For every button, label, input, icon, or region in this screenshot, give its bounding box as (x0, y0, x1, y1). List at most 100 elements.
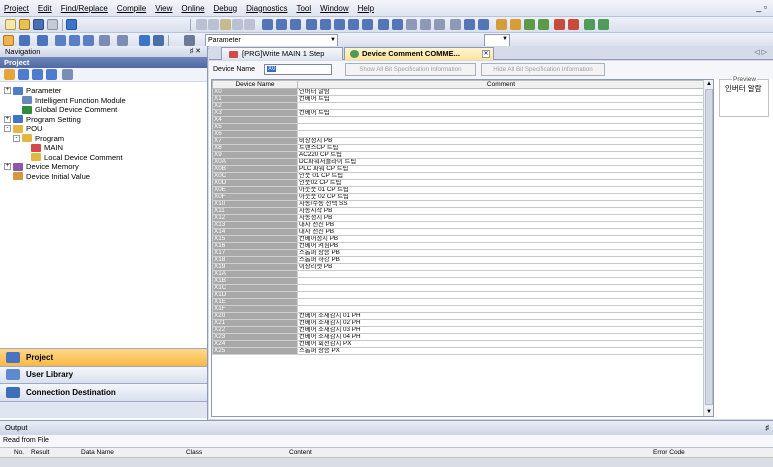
table-row[interactable]: X1A (212, 270, 705, 278)
help-icon[interactable] (139, 35, 150, 46)
comment-cell[interactable]: 스톱퍼 상승 PX (297, 347, 705, 355)
read-plc-icon[interactable] (568, 19, 579, 30)
tree-item[interactable]: Local Device Comment (0, 153, 207, 163)
navigation-toggle-icon[interactable] (3, 35, 14, 46)
expand-icon[interactable]: + (4, 87, 11, 95)
menu-item-edit[interactable]: Edit (38, 4, 52, 13)
comment-cell[interactable]: 대차 전진 PB (297, 221, 705, 229)
table-row[interactable]: X0C 인풋 01 CP 트립 (212, 172, 705, 180)
table-row[interactable]: X0D 인풋02 CP 트립 (212, 179, 705, 187)
comment-cell[interactable] (297, 284, 705, 292)
filter-icon[interactable] (62, 69, 73, 80)
table-row[interactable]: X1E (212, 298, 705, 306)
collapse-icon[interactable] (18, 69, 29, 80)
table-row[interactable]: X16 컨베어 켜짐PB (212, 242, 705, 250)
device-name-cell[interactable]: X1B (212, 277, 298, 285)
device-name-cell[interactable]: X8 (212, 144, 298, 152)
menu-item-debug[interactable]: Debug (214, 4, 238, 13)
device-name-cell[interactable]: X5 (212, 123, 298, 131)
ladder-icon[interactable] (450, 19, 461, 30)
ladder-icon[interactable] (334, 19, 345, 30)
tree-item[interactable]: + Parameter (0, 86, 207, 96)
device-name-cell[interactable]: X25 (212, 347, 298, 355)
table-row[interactable]: X8 트랜스CP 트립 (212, 144, 705, 152)
column-header-device-name[interactable]: Device Name (212, 80, 298, 89)
monitor-icon[interactable] (538, 19, 549, 30)
table-row[interactable]: X9 AC220 CP 트립 (212, 151, 705, 159)
device-name-cell[interactable]: X0A (212, 158, 298, 166)
ladder-icon[interactable] (378, 19, 389, 30)
comment-cell[interactable]: 컨베어 소재감지 04 PH (297, 333, 705, 341)
ladder-icon[interactable] (598, 19, 609, 30)
ladder-icon[interactable] (276, 19, 287, 30)
comment-cell[interactable]: 컨베어 소재감지 03 PH (297, 326, 705, 334)
table-row[interactable]: X1 컨베어 트립 (212, 95, 705, 103)
scroll-thumb[interactable] (705, 89, 713, 405)
device-name-cell[interactable]: X0C (212, 172, 298, 180)
device-name-cell[interactable]: X9 (212, 151, 298, 159)
table-row[interactable]: X17 스톱퍼 상승 PB (212, 249, 705, 257)
device-name-cell[interactable]: X2 (212, 102, 298, 110)
comment-cell[interactable]: 컨베어 켜짐PB (297, 242, 705, 250)
tree-item[interactable]: Device Initial Value (0, 172, 207, 182)
save-icon[interactable] (33, 19, 44, 30)
comment-cell[interactable]: 인풋02 CP 트립 (297, 179, 705, 187)
device-icon[interactable] (69, 35, 80, 46)
device-name-cell[interactable]: X1C (212, 284, 298, 292)
device-name-cell[interactable]: X17 (212, 249, 298, 257)
table-row[interactable]: X20 컨베어 소재감지 01 PH (212, 312, 705, 320)
ladder-icon[interactable] (290, 19, 301, 30)
tree-item[interactable]: Intelligent Function Module (0, 96, 207, 106)
comment-cell[interactable]: PLC 파워 CP 트립 (297, 165, 705, 173)
device-name-cell[interactable]: X0E (212, 186, 298, 194)
output-col-no[interactable]: No. (14, 449, 24, 456)
ladder-icon[interactable] (362, 19, 373, 30)
new-item-icon[interactable] (4, 69, 15, 80)
comment-cell[interactable] (297, 298, 705, 306)
comment-cell[interactable]: 대차 전진 PB (297, 228, 705, 236)
table-row[interactable]: X1F (212, 305, 705, 313)
output-col-error-code[interactable]: Error Code (653, 449, 685, 456)
element-selection-icon[interactable] (19, 35, 30, 46)
chevron-down-icon[interactable]: ▼ (502, 36, 508, 42)
tree-item[interactable]: - Program (0, 134, 207, 144)
comment-cell[interactable]: 이상리셋 PB (297, 263, 705, 271)
device-icon[interactable] (99, 35, 110, 46)
tab-program-main[interactable]: [PRG]Write MAIN 1 Step (221, 47, 343, 60)
ladder-icon[interactable] (262, 19, 273, 30)
comment-cell[interactable]: DC파워서플라이 트립 (297, 158, 705, 166)
table-row[interactable]: X25 스톱퍼 상승 PX (212, 347, 705, 355)
device-name-cell[interactable]: X11 (212, 207, 298, 215)
show-all-bit-info-button[interactable]: Show All Bit Specification Information (345, 63, 476, 76)
device-name-cell[interactable]: X14 (212, 228, 298, 236)
device-name-cell[interactable]: X15 (212, 235, 298, 243)
menu-item-project[interactable]: Project (4, 4, 29, 13)
output-col-class[interactable]: Class (186, 449, 202, 456)
ladder-icon[interactable] (584, 19, 595, 30)
comment-cell[interactable]: AC220 CP 트립 (297, 151, 705, 159)
column-header-comment[interactable]: Comment (297, 80, 705, 89)
ladder-icon[interactable] (434, 19, 445, 30)
open-project-icon[interactable] (19, 19, 30, 30)
table-row[interactable]: X19 이상리셋 PB (212, 263, 705, 271)
device-name-cell[interactable]: X10 (212, 200, 298, 208)
ladder-icon[interactable] (320, 19, 331, 30)
comment-cell[interactable] (297, 102, 705, 110)
device-name-cell[interactable]: X1 (212, 95, 298, 103)
device-name-cell[interactable]: X12 (212, 214, 298, 222)
device-name-cell[interactable]: X18 (212, 256, 298, 264)
ladder-icon[interactable] (464, 19, 475, 30)
device-name-cell[interactable]: X23 (212, 333, 298, 341)
copy-icon[interactable] (208, 19, 219, 30)
device-name-cell[interactable]: X1E (212, 298, 298, 306)
menu-item-view[interactable]: View (155, 4, 172, 13)
menu-item-diagnostics[interactable]: Diagnostics (246, 4, 287, 13)
tab-device-comment[interactable]: Device Comment COMME... ✕ (344, 47, 494, 60)
redo-icon[interactable] (244, 19, 255, 30)
table-row[interactable]: X0F 아웃풋 02 CP 트립 (212, 193, 705, 201)
compile-icon[interactable] (510, 19, 521, 30)
menu-item-compile[interactable]: Compile (117, 4, 146, 13)
comment-cell[interactable] (297, 305, 705, 313)
table-row[interactable]: X3 컨베어 트립 (212, 109, 705, 117)
table-row[interactable]: X0A DC파워서플라이 트립 (212, 158, 705, 166)
